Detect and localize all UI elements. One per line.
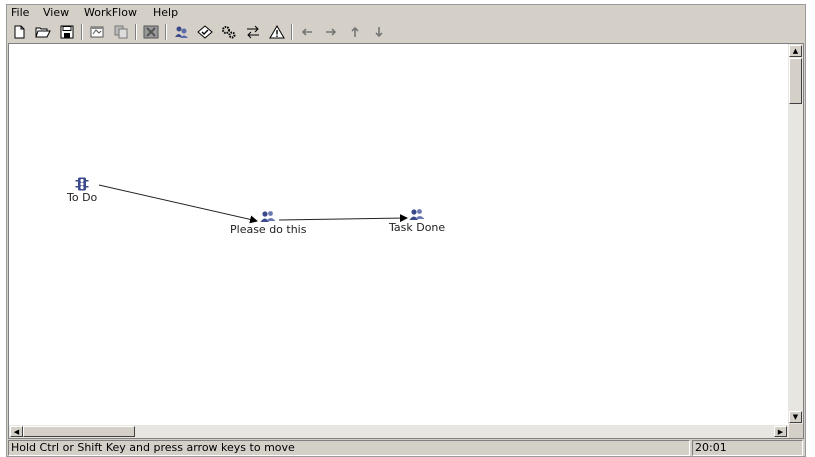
workflow-canvas-frame: To Do Please do this Task Done ▲ ▼ ◀ ▶ (8, 43, 804, 439)
arrow-right-icon[interactable] (321, 23, 341, 41)
scroll-right-button[interactable]: ▶ (774, 426, 787, 437)
vertical-scroll-thumb[interactable] (789, 58, 802, 104)
horizontal-scrollbar[interactable]: ◀ ▶ (9, 425, 789, 438)
menu-help[interactable]: Help (153, 6, 178, 20)
menu-view[interactable]: View (43, 6, 69, 20)
status-bar: Hold Ctrl or Shift Key and press arrow k… (8, 440, 804, 456)
toolbar-separator (135, 24, 137, 40)
warning-icon[interactable] (267, 23, 287, 41)
settings-icon[interactable] (219, 23, 239, 41)
status-time: 20:01 (692, 440, 803, 456)
edge-layer (98, 184, 408, 224)
scroll-up-button[interactable]: ▲ (789, 45, 802, 57)
node-label: Please do this (230, 223, 307, 236)
task-people-icon (260, 211, 276, 222)
app-window: File View WorkFlow Help To Do Please do … (6, 4, 806, 457)
save-icon[interactable] (57, 23, 77, 41)
workflow-canvas[interactable]: To Do Please do this Task Done (9, 44, 789, 426)
scroll-left-button[interactable]: ◀ (10, 426, 23, 437)
menu-bar: File View WorkFlow Help (7, 5, 805, 21)
toolbar-separator (291, 24, 293, 40)
new-document-icon[interactable] (9, 23, 29, 41)
delete-icon[interactable] (141, 23, 161, 41)
workflow-node-task-done[interactable]: Task Done (389, 208, 445, 234)
vertical-scrollbar[interactable]: ▲ ▼ (788, 44, 803, 424)
menu-workflow[interactable]: WorkFlow (84, 6, 137, 20)
node-label: Task Done (389, 221, 446, 234)
arrow-down-icon[interactable] (369, 23, 389, 41)
menu-file[interactable]: File (11, 6, 29, 20)
task-people-icon (409, 209, 425, 220)
toolbar-separator (81, 24, 83, 40)
node-label: To Do (67, 191, 98, 204)
workflow-node-todo[interactable]: To Do (67, 177, 97, 204)
arrow-left-icon[interactable] (297, 23, 317, 41)
properties-icon[interactable] (87, 23, 107, 41)
toolbar (7, 22, 805, 42)
transition-icon[interactable] (243, 23, 263, 41)
status-message: Hold Ctrl or Shift Key and press arrow k… (8, 440, 690, 456)
horizontal-scroll-thumb[interactable] (23, 426, 135, 437)
toolbar-separator (165, 24, 167, 40)
traffic-light-icon (75, 177, 89, 191)
scroll-down-button[interactable]: ▼ (789, 411, 802, 423)
open-folder-icon[interactable] (33, 23, 53, 41)
arrow-up-icon[interactable] (345, 23, 365, 41)
copy-icon[interactable] (111, 23, 131, 41)
workflow-node-please-do-this[interactable]: Please do this (230, 210, 306, 236)
validate-icon[interactable] (195, 23, 215, 41)
add-task-icon[interactable] (171, 23, 191, 41)
